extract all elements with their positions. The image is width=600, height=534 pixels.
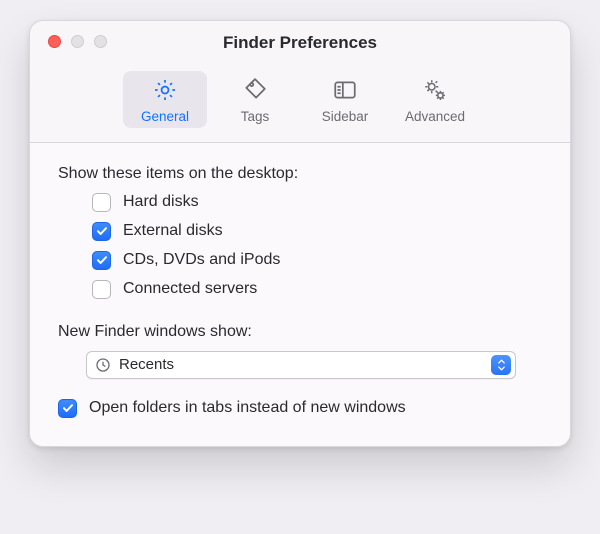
tab-sidebar[interactable]: Sidebar — [303, 71, 387, 128]
zoom-icon[interactable] — [94, 35, 107, 48]
gear-icon — [150, 77, 180, 106]
tab-label: Tags — [241, 110, 270, 124]
checkbox-label: Open folders in tabs instead of new wind… — [89, 399, 406, 417]
tab-label: Advanced — [405, 110, 465, 124]
checkbox-connected-servers[interactable]: Connected servers — [92, 280, 542, 299]
checkbox-icon — [92, 222, 111, 241]
gears-icon — [420, 77, 450, 106]
desktop-items-list: Hard disks External disks CDs, DVDs and … — [92, 193, 542, 299]
checkbox-label: CDs, DVDs and iPods — [123, 251, 280, 269]
tab-label: Sidebar — [322, 110, 369, 124]
checkbox-label: Hard disks — [123, 193, 199, 211]
close-icon[interactable] — [48, 35, 61, 48]
titlebar: Finder Preferences — [30, 21, 570, 61]
window-title: Finder Preferences — [30, 21, 570, 53]
tab-label: General — [141, 110, 189, 124]
sidebar-icon — [330, 77, 360, 106]
tab-tags[interactable]: Tags — [213, 71, 297, 128]
checkbox-label: External disks — [123, 222, 223, 240]
preferences-window: Finder Preferences General — [29, 20, 571, 447]
window-controls — [48, 35, 107, 48]
checkbox-icon — [92, 280, 111, 299]
popup-value: Recents — [119, 356, 483, 373]
checkbox-icon — [58, 399, 77, 418]
general-pane: Show these items on the desktop: Hard di… — [30, 143, 570, 446]
checkbox-external-disks[interactable]: External disks — [92, 222, 542, 241]
checkbox-cds-dvds-ipods[interactable]: CDs, DVDs and iPods — [92, 251, 542, 270]
chevrons-icon — [491, 355, 511, 375]
checkbox-icon — [92, 193, 111, 212]
checkbox-hard-disks[interactable]: Hard disks — [92, 193, 542, 212]
tab-advanced[interactable]: Advanced — [393, 71, 477, 128]
new-window-popup[interactable]: Recents — [86, 351, 516, 379]
desktop-items-label: Show these items on the desktop: — [58, 165, 542, 183]
tab-general[interactable]: General — [123, 71, 207, 128]
minimize-icon[interactable] — [71, 35, 84, 48]
checkbox-label: Connected servers — [123, 280, 257, 298]
tag-icon — [240, 77, 270, 106]
checkbox-open-in-tabs[interactable]: Open folders in tabs instead of new wind… — [58, 399, 542, 418]
checkbox-icon — [92, 251, 111, 270]
new-window-label: New Finder windows show: — [58, 323, 542, 341]
toolbar: General Tags — [30, 61, 570, 143]
clock-icon — [95, 357, 111, 373]
